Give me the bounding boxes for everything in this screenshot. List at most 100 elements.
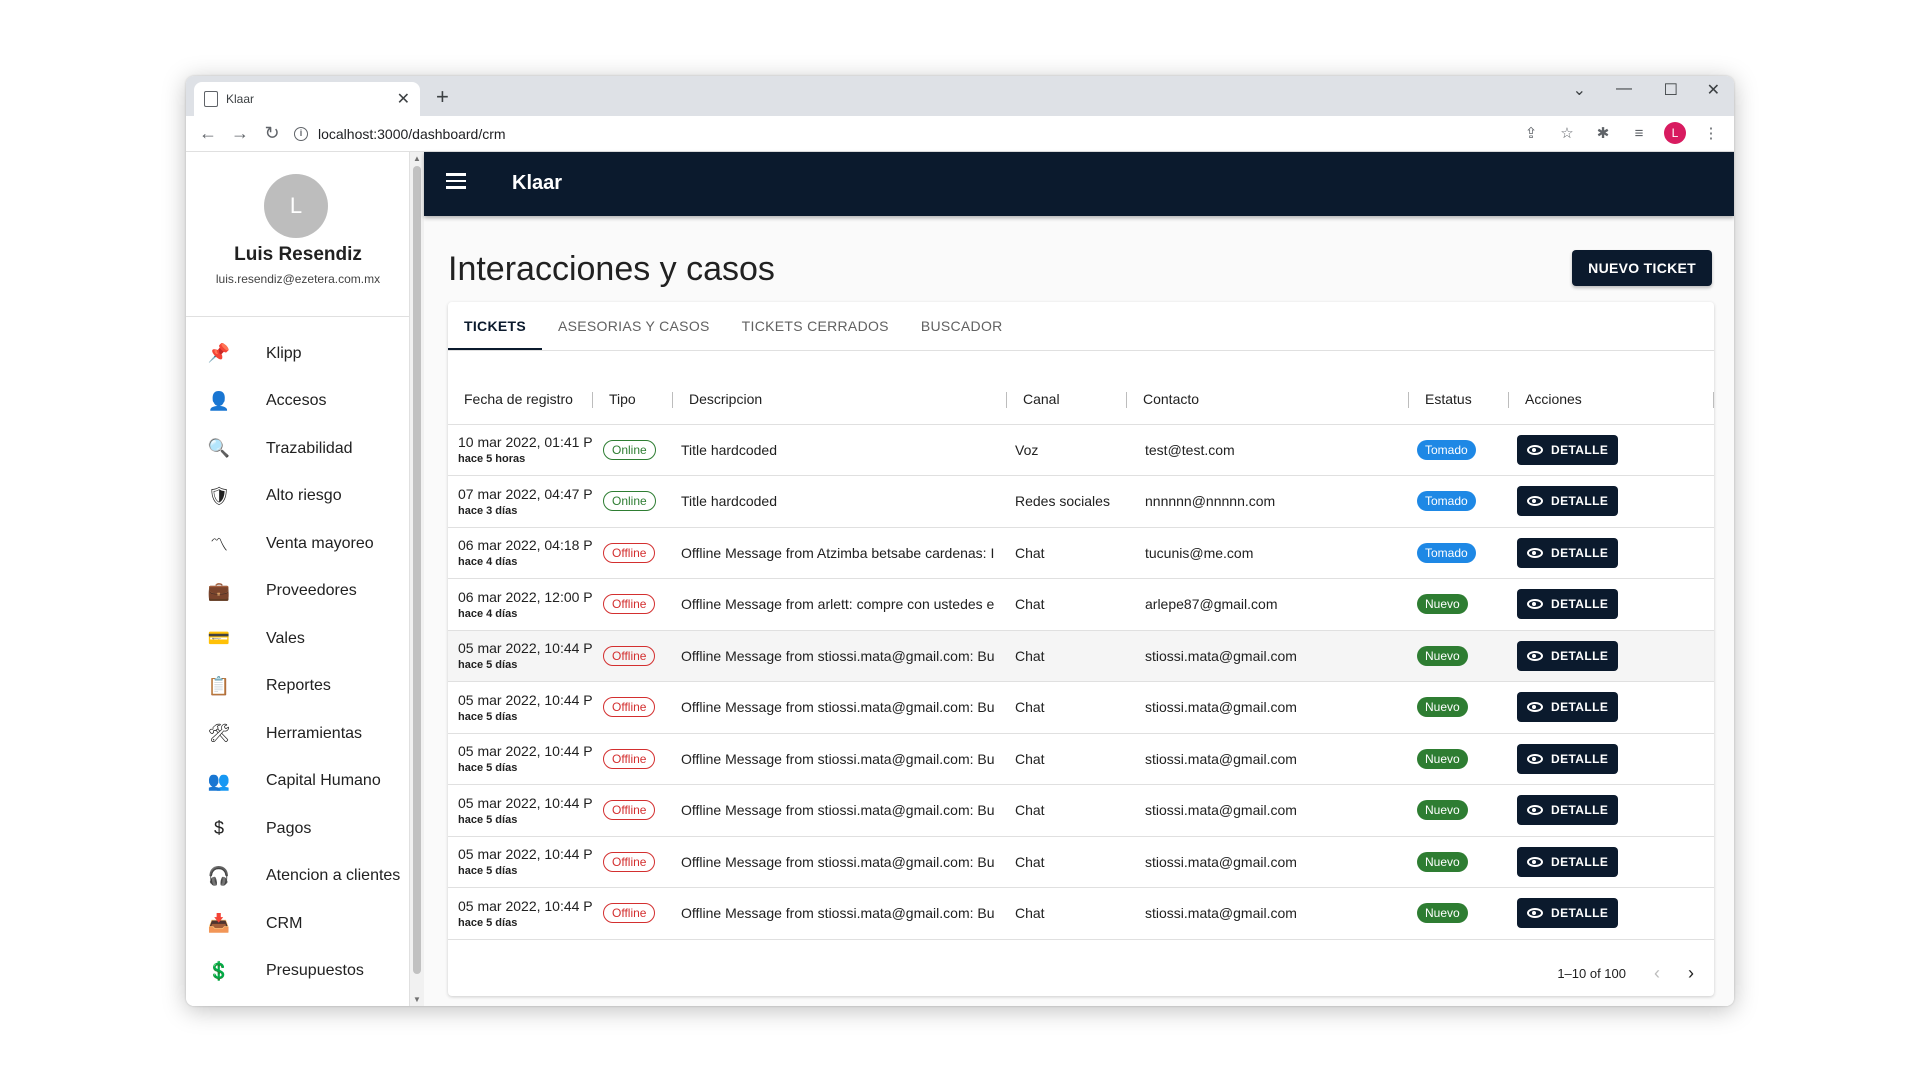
- tab-tickets[interactable]: TICKETS: [448, 302, 542, 350]
- share-icon[interactable]: ⇪: [1520, 124, 1542, 142]
- table-row[interactable]: 07 mar 2022, 04:47 PM hace 3 días Online Ti…: [448, 475, 1714, 528]
- site-info-icon[interactable]: i: [294, 127, 308, 141]
- briefcase-icon: 💼: [207, 580, 231, 601]
- sidebar-item-herramientas[interactable]: 🛠 Herramientas: [186, 710, 410, 758]
- sidebar-item-pagos[interactable]: $ Pagos: [186, 805, 410, 853]
- reload-icon[interactable]: ↻: [256, 123, 288, 144]
- close-window-button[interactable]: ✕: [1707, 80, 1720, 100]
- table-row[interactable]: 05 mar 2022, 10:44 PM hace 5 días Offline O…: [448, 733, 1714, 785]
- column-header[interactable]: Canal: [1007, 374, 1127, 425]
- new-ticket-button[interactable]: NUEVO TICKET: [1572, 250, 1712, 286]
- sidebar-item-capital-humano[interactable]: 👥 Capital Humano: [186, 758, 410, 806]
- detail-button[interactable]: DETALLE: [1517, 589, 1619, 620]
- sidebar-scrollbar[interactable]: ▲ ▼: [410, 152, 424, 1006]
- type-chip: Offline: [603, 851, 656, 872]
- tabs-divider: [448, 350, 1714, 351]
- prev-page-icon[interactable]: ‹: [1654, 963, 1660, 984]
- table-row[interactable]: 05 mar 2022, 10:44 PM hace 5 días Offline O…: [448, 630, 1714, 682]
- status-cell: Tomado: [1409, 424, 1509, 476]
- sidebar-item-venta-mayoreo[interactable]: 〽 Venta mayoreo: [186, 520, 410, 568]
- people-icon: 👥: [207, 770, 231, 791]
- sidebar-item-proveedores[interactable]: 💼 Proveedores: [186, 568, 410, 616]
- new-tab-button[interactable]: +: [436, 84, 449, 110]
- status-badge: Tomado: [1417, 439, 1476, 460]
- sidebar-item-crm[interactable]: 📥 CRM: [186, 900, 410, 948]
- sidebar-item-label: CRM: [266, 914, 303, 932]
- more-menu-icon[interactable]: ⋮: [1700, 124, 1722, 142]
- browser-tab[interactable]: Klaar ✕: [194, 82, 420, 116]
- detail-button[interactable]: DETALLE: [1517, 743, 1619, 774]
- detail-button[interactable]: DETALLE: [1517, 640, 1619, 671]
- type-chip: Offline: [603, 903, 656, 924]
- tab-asesorias-y-casos[interactable]: ASESORIAS Y CASOS: [542, 302, 726, 350]
- close-tab-icon[interactable]: ✕: [397, 89, 410, 109]
- detail-button[interactable]: DETALLE: [1517, 434, 1619, 465]
- star-icon[interactable]: ☆: [1556, 124, 1578, 142]
- date-cell: 05 mar 2022, 10:44 PM hace 5 días: [448, 836, 593, 888]
- media-icon[interactable]: ≡: [1628, 125, 1650, 142]
- search-document-icon: 🔍: [207, 438, 231, 459]
- shield-icon: 🛡: [207, 485, 231, 506]
- description-cell: Offline Message from Atzimba betsabe car…: [673, 527, 1007, 579]
- tab-search-icon[interactable]: ⌄: [1573, 80, 1586, 100]
- table-row[interactable]: 06 mar 2022, 12:00 PM hace 4 días Offline O…: [448, 578, 1714, 631]
- type-chip: Offline: [603, 542, 656, 563]
- tab-buscador[interactable]: BUSCADOR: [905, 302, 1019, 350]
- sidebar-item-accesos[interactable]: 👤 Accesos: [186, 378, 410, 426]
- column-header[interactable]: Acciones: [1509, 374, 1714, 425]
- status-cell: Tomado: [1409, 527, 1509, 579]
- column-header[interactable]: Fecha de registro: [448, 374, 593, 425]
- maximize-button[interactable]: ☐: [1664, 80, 1678, 100]
- back-icon[interactable]: ←: [192, 123, 224, 144]
- profile-avatar[interactable]: L: [1664, 122, 1686, 144]
- minimize-button[interactable]: —: [1616, 80, 1632, 98]
- type-chip: Online: [603, 439, 656, 460]
- sidebar-item-klipp[interactable]: 📌 Klipp: [186, 330, 410, 378]
- column-header[interactable]: Tipo: [593, 374, 673, 425]
- column-header[interactable]: Descripcion: [673, 374, 1007, 425]
- table-row[interactable]: 05 mar 2022, 10:44 PM hace 5 días Offline O…: [448, 836, 1714, 888]
- menu-icon[interactable]: [446, 173, 466, 193]
- table-row[interactable]: 05 mar 2022, 10:44 PM hace 5 días Offline O…: [448, 887, 1714, 940]
- detail-button[interactable]: DETALLE: [1517, 486, 1619, 517]
- table-row[interactable]: 05 mar 2022, 10:44 PM hace 5 días Offline O…: [448, 784, 1714, 837]
- type-chip: Online: [603, 491, 656, 512]
- table-row[interactable]: 06 mar 2022, 04:18 PM hace 4 días Offline O…: [448, 527, 1714, 579]
- scroll-up-icon[interactable]: ▲: [413, 154, 421, 163]
- extensions-icon[interactable]: ✱: [1592, 124, 1614, 142]
- sidebar-item-reportes[interactable]: 📋 Reportes: [186, 663, 410, 711]
- browser-window: Klaar ✕ + ⌄ — ☐ ✕ ← → ↻ i localhost:3000…: [186, 76, 1734, 1006]
- column-header-label: Estatus: [1425, 390, 1472, 407]
- sidebar-item-trazabilidad[interactable]: 🔍 Trazabilidad: [186, 425, 410, 473]
- column-header-label: Contacto: [1143, 390, 1200, 407]
- url-text[interactable]: localhost:3000/dashboard/crm: [318, 126, 506, 142]
- contact-cell: test@test.com: [1127, 424, 1409, 476]
- sidebar-item-vales[interactable]: 💳 Vales: [186, 615, 410, 663]
- detail-button[interactable]: DETALLE: [1517, 795, 1619, 826]
- tools-icon: 🛠: [207, 723, 231, 744]
- detail-button[interactable]: DETALLE: [1517, 846, 1619, 877]
- table-row[interactable]: 10 mar 2022, 01:41 PM hace 5 horas Online T…: [448, 424, 1714, 476]
- address-bar[interactable]: i localhost:3000/dashboard/crm: [294, 120, 506, 148]
- forward-icon[interactable]: →: [224, 123, 256, 144]
- sidebar-item-alto-riesgo[interactable]: 🛡 Alto riesgo: [186, 473, 410, 521]
- sidebar-item-presupuestos[interactable]: 💲 Presupuestos: [186, 948, 410, 996]
- detail-button[interactable]: DETALLE: [1517, 537, 1619, 568]
- next-page-icon[interactable]: ›: [1688, 963, 1694, 984]
- column-header[interactable]: Contacto: [1127, 374, 1409, 425]
- column-header[interactable]: Estatus: [1409, 374, 1509, 425]
- scrollbar-thumb[interactable]: [413, 166, 421, 974]
- tab-tickets-cerrados[interactable]: TICKETS CERRADOS: [726, 302, 905, 350]
- sidebar-item-atencion-a-clientes[interactable]: 🎧 Atencion a clientes: [186, 853, 410, 901]
- detail-button[interactable]: DETALLE: [1517, 898, 1619, 929]
- table-row[interactable]: 05 mar 2022, 10:44 PM hace 5 días Offline O…: [448, 681, 1714, 734]
- description-cell: Title hardcoded: [673, 424, 1007, 476]
- column-separator[interactable]: [1713, 392, 1714, 408]
- channel-cell: Chat: [1007, 784, 1127, 837]
- contact-cell: stiossi.mata@gmail.com: [1127, 733, 1409, 785]
- scroll-down-icon[interactable]: ▼: [413, 995, 421, 1004]
- detail-button[interactable]: DETALLE: [1517, 692, 1619, 723]
- user-key-icon: 👤: [207, 390, 231, 411]
- tab-title: Klaar: [226, 92, 255, 106]
- channel-cell: Chat: [1007, 733, 1127, 785]
